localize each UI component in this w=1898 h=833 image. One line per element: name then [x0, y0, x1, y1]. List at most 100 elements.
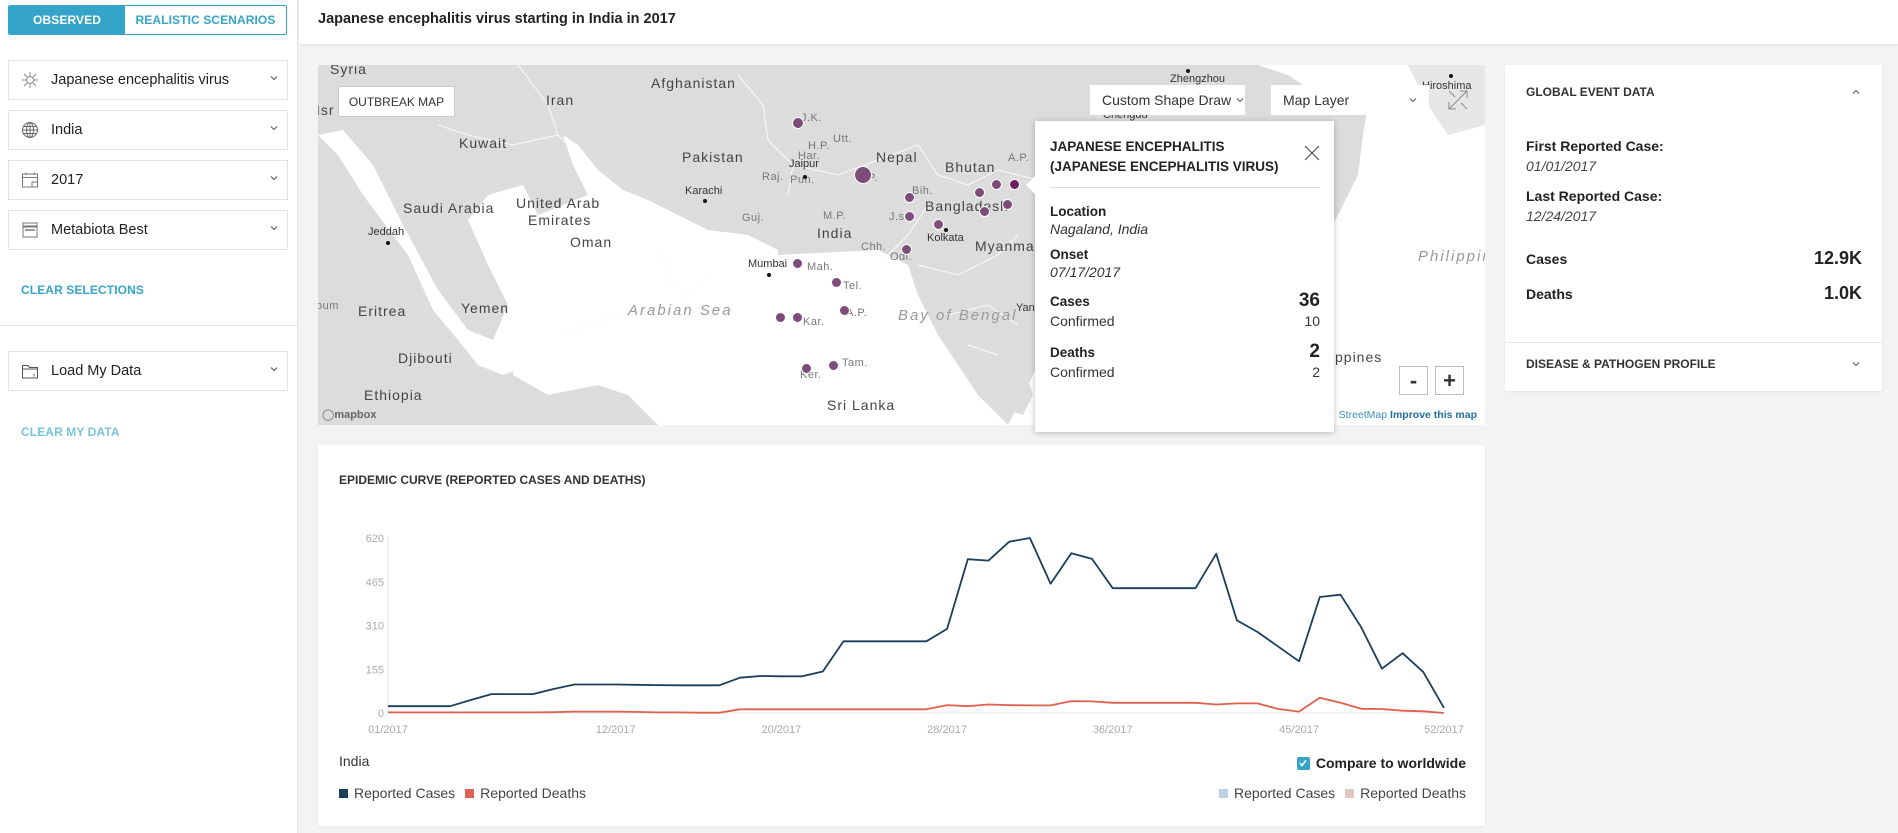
global-event-heading[interactable]: GLOBAL EVENT DATA — [1526, 85, 1655, 99]
legend-item-reported-cases[interactable]: Reported Cases — [339, 785, 455, 801]
outbreak-marker[interactable] — [831, 277, 842, 288]
region-label: Raj. — [762, 171, 784, 183]
mapbox-logo-text: mapbox — [334, 409, 377, 421]
chevron-up-icon[interactable] — [1851, 87, 1861, 97]
mapbox-icon: ◯ — [322, 409, 335, 421]
x-tick-label: 01/2017 — [368, 724, 408, 736]
checkbox-checked-icon[interactable] — [1296, 756, 1310, 770]
x-tick-label: 52/2017 — [1424, 724, 1464, 736]
outbreak-marker[interactable] — [933, 219, 944, 230]
city-label: Jeddah — [368, 226, 405, 238]
region-label: Bih. — [912, 185, 933, 197]
legend-local: Reported Cases Reported Deaths — [339, 785, 596, 801]
tab-observed[interactable]: OBSERVED — [9, 6, 125, 34]
sea-label-text: Arabian Sea — [628, 302, 733, 319]
outbreak-marker[interactable] — [991, 179, 1002, 190]
pathogen-select[interactable]: Japanese encephalitis virus — [8, 60, 288, 100]
zoom-in-button[interactable]: + — [1435, 366, 1464, 395]
mode-toggle: OBSERVED REALISTIC SCENARIOS — [8, 5, 287, 35]
chevron-down-icon — [270, 126, 278, 131]
outbreak-marker[interactable] — [904, 192, 915, 203]
tab-realistic-scenarios[interactable]: REALISTIC SCENARIOS — [125, 6, 286, 34]
outbreak-marker[interactable] — [904, 211, 915, 222]
legend-swatch — [465, 788, 475, 798]
load-my-data-select[interactable]: Load My Data — [8, 351, 288, 391]
map-label: Syria — [330, 65, 367, 77]
outbreak-marker[interactable] — [901, 244, 912, 255]
first-reported-date: 01/01/2017 — [1526, 158, 1597, 174]
city-dot — [1186, 69, 1190, 73]
outbreak-marker[interactable] — [775, 312, 786, 323]
legend-item-world-deaths[interactable]: Reported Deaths — [1345, 785, 1466, 801]
map-label: Bhutan — [945, 159, 996, 175]
improve-map-link[interactable]: Improve this map — [1390, 409, 1477, 421]
outbreak-marker[interactable] — [974, 187, 985, 198]
legend-label: Reported Deaths — [480, 785, 587, 801]
outbreak-marker[interactable] — [801, 363, 812, 374]
map-label: Eritrea — [358, 303, 407, 319]
popup-deaths-confirmed-row: Confirmed 2 — [1050, 364, 1320, 380]
map-layer-label: Map Layer — [1283, 92, 1350, 108]
attribution-text[interactable]: StreetMap — [1339, 409, 1387, 421]
database-icon — [21, 221, 39, 239]
close-icon[interactable] — [1304, 145, 1320, 161]
outbreak-marker[interactable] — [839, 305, 850, 316]
map-label: Saudi Arabia — [403, 200, 495, 216]
outbreak-marker[interactable] — [828, 360, 839, 371]
legend-item-reported-deaths[interactable]: Reported Deaths — [465, 785, 586, 801]
map-label: United Arab — [516, 195, 601, 211]
popup-title: JAPANESE ENCEPHALITIS (JAPANESE ENCEPHAL… — [1050, 139, 1279, 174]
outbreak-map-button[interactable]: OUTBREAK MAP — [338, 86, 455, 117]
epidemic-curve-chart: 0 155 310 465 620 01/2017 12/2017 20/2017 28/201… — [366, 533, 1464, 736]
disease-profile-heading[interactable]: DISEASE & PATHOGEN PROFILE — [1526, 357, 1716, 371]
outbreak-marker-selected[interactable] — [1009, 179, 1020, 190]
chevron-down-icon — [270, 76, 278, 81]
reported-cases-line — [388, 537, 1445, 709]
y-tick-label: 155 — [366, 664, 384, 676]
custom-shape-draw-label: Custom Shape Draw — [1102, 92, 1232, 108]
map-label: Bangladesh — [925, 198, 1009, 214]
popup-cases-row: Cases 36 — [1050, 290, 1320, 312]
outbreak-marker[interactable] — [979, 206, 990, 217]
x-tick-label: 36/2017 — [1093, 724, 1133, 736]
reported-deaths-line — [388, 696, 1445, 714]
y-tick-label: 0 — [378, 708, 384, 720]
map-label: Iran — [546, 92, 575, 108]
legend-worldwide: Reported Cases Reported Deaths — [1218, 785, 1476, 801]
country-select[interactable]: India — [8, 110, 288, 150]
map-label: Sri Lanka — [827, 397, 896, 413]
clear-selections-link[interactable]: CLEAR SELECTIONS — [21, 283, 144, 297]
global-deaths-value: 1.0K — [1823, 283, 1862, 303]
chevron-down-icon — [270, 226, 278, 231]
custom-shape-draw-dropdown[interactable]: Custom Shape Draw — [1090, 85, 1245, 115]
x-tick-label: 28/2017 — [927, 724, 967, 736]
map-label: Yemen — [461, 300, 510, 316]
clear-my-data-link[interactable]: CLEAR MY DATA — [21, 425, 120, 439]
outbreak-marker[interactable] — [792, 258, 803, 269]
outbreak-marker[interactable] — [792, 117, 804, 129]
popup-deaths-value: 2 — [1309, 341, 1320, 362]
outbreak-marker[interactable] — [1002, 199, 1013, 210]
map-label: Ethiopia — [364, 387, 423, 403]
compare-worldwide-checkbox[interactable]: Compare to worldwide — [1296, 755, 1466, 771]
popup-deaths-label: Deaths — [1050, 345, 1096, 360]
mapbox-logo[interactable]: ◯mapbox — [322, 408, 377, 421]
datasource-select[interactable]: Metabiota Best — [8, 210, 288, 250]
zoom-out-button[interactable]: - — [1399, 366, 1428, 395]
city-dot — [944, 228, 948, 232]
city-dot — [1449, 74, 1453, 78]
popup-onset: 07/17/2017 — [1050, 264, 1121, 280]
fullscreen-icon[interactable] — [1446, 88, 1470, 112]
pathogen-select-value: Japanese encephalitis virus — [51, 72, 230, 88]
last-reported-date: 12/24/2017 — [1526, 208, 1597, 224]
chevron-down-icon[interactable] — [1851, 359, 1861, 369]
sea-label: Bay of Bengal — [898, 307, 1015, 324]
popup-deaths-confirmed-label: Confirmed — [1050, 364, 1115, 380]
outbreak-marker[interactable] — [854, 166, 872, 184]
folder-icon — [21, 362, 39, 380]
virus-icon — [21, 71, 39, 89]
outbreak-marker[interactable] — [792, 312, 803, 323]
legend-item-world-cases[interactable]: Reported Cases — [1218, 785, 1335, 801]
year-select[interactable]: 2017 — [8, 160, 288, 200]
map-layer-dropdown[interactable]: Map Layer — [1271, 85, 1429, 115]
